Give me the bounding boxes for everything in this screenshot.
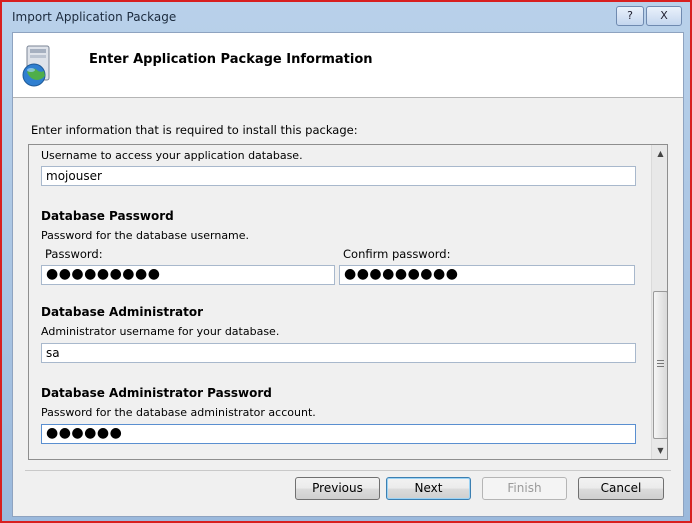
previous-button[interactable]: Previous — [295, 477, 380, 500]
db-admin-username-input[interactable]: sa — [41, 343, 636, 363]
wizard-header: Enter Application Package Information — [13, 33, 683, 98]
wizard-step-title: Enter Application Package Information — [89, 52, 373, 67]
db-admin-password-description: Password for the database administrator … — [41, 406, 316, 419]
instruction-text: Enter information that is required to in… — [31, 123, 358, 137]
scroll-up-arrow-icon[interactable]: ▲ — [652, 145, 667, 162]
username-description: Username to access your application data… — [41, 149, 303, 162]
footer-separator — [25, 470, 671, 471]
db-admin-description: Administrator username for your database… — [41, 325, 280, 338]
db-confirm-password-input[interactable]: ●●●●●●●●● — [339, 265, 635, 285]
db-password-label: Database Password — [41, 209, 174, 223]
help-button[interactable]: ? — [616, 6, 644, 26]
confirm-password-field-label: Confirm password: — [343, 247, 451, 261]
db-admin-label: Database Administrator — [41, 305, 203, 319]
window-title: Import Application Package — [12, 10, 177, 24]
next-button[interactable]: Next — [386, 477, 471, 500]
vertical-scrollbar[interactable]: ▲ ▼ — [651, 145, 667, 459]
package-globe-icon — [19, 43, 59, 89]
password-field-label: Password: — [45, 247, 103, 261]
parameters-scroll-panel[interactable]: Username to access your application data… — [28, 144, 668, 460]
finish-button[interactable]: Finish — [482, 477, 567, 500]
db-admin-password-input[interactable]: ●●●●●● — [41, 424, 636, 444]
cancel-button[interactable]: Cancel — [578, 477, 664, 500]
title-bar[interactable]: Import Application Package ? X — [4, 4, 688, 30]
db-admin-password-label: Database Administrator Password — [41, 386, 272, 400]
scrollbar-thumb[interactable] — [653, 291, 667, 439]
db-password-input[interactable]: ●●●●●●●●● — [41, 265, 335, 285]
dialog-client-area: Enter Application Package Information En… — [12, 32, 684, 517]
db-username-input[interactable]: mojouser — [41, 166, 636, 186]
import-package-dialog: Import Application Package ? X Enter App… — [0, 0, 692, 523]
close-button[interactable]: X — [646, 6, 682, 26]
db-password-description: Password for the database username. — [41, 229, 250, 242]
scroll-down-arrow-icon[interactable]: ▼ — [652, 442, 667, 459]
